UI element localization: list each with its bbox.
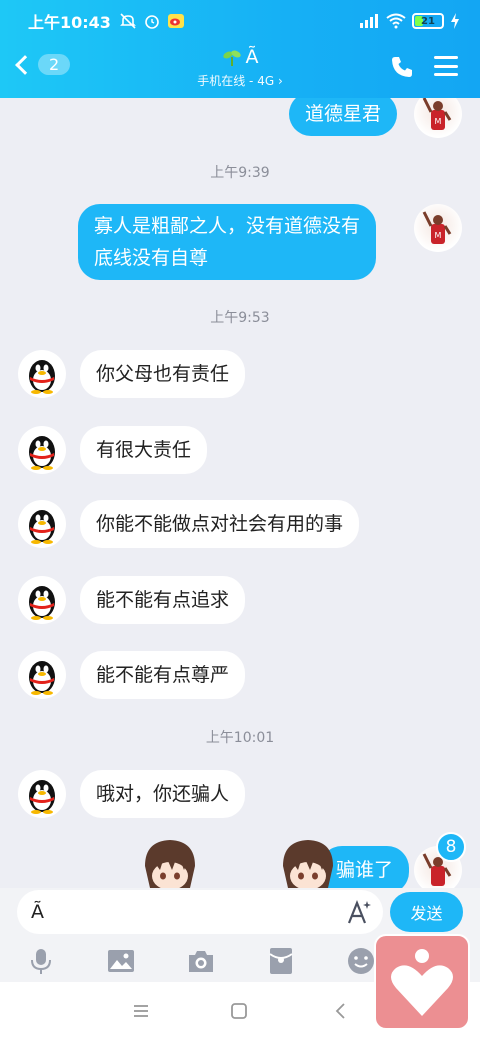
font-style-icon[interactable] [343, 897, 373, 927]
heart-icon [391, 949, 453, 1016]
wifi-icon [386, 13, 406, 29]
input-bar: Ã 发送 [0, 888, 480, 940]
status-right: 21 [358, 13, 460, 29]
battery-level: 21 [421, 15, 435, 27]
contact-avatar[interactable] [18, 350, 66, 398]
message-bubble-received[interactable]: 能不能有点尊严 [80, 651, 246, 699]
alarm-icon [145, 15, 159, 29]
signal-icon [360, 14, 378, 28]
peeking-character-sticker [283, 840, 333, 888]
message-input-value: Ã [31, 901, 44, 923]
timestamp: 上午9:53 [210, 310, 270, 326]
charging-icon [451, 13, 459, 29]
qq-penguin-icon [29, 510, 55, 544]
user-avatar[interactable]: M [414, 98, 462, 138]
contact-avatar[interactable] [18, 576, 66, 624]
status-icons [119, 12, 185, 30]
contact-avatar[interactable] [18, 426, 66, 474]
status-bar: 上午10:43 21 [0, 0, 480, 42]
message-bubble-sent[interactable]: 道德星君 [289, 98, 398, 136]
red-packet-icon[interactable] [266, 946, 296, 976]
qq-penguin-icon [29, 436, 55, 470]
floating-heart-widget[interactable] [374, 934, 470, 1030]
sprout-icon [222, 50, 241, 66]
message-bubble-received[interactable]: 你父母也有责任 [80, 350, 246, 398]
home-nav-icon[interactable] [230, 1002, 248, 1020]
camera-icon[interactable] [186, 946, 216, 976]
qq-penguin-icon [29, 360, 55, 394]
message-bubble-received[interactable]: 你能不能做点对社会有用的事 [80, 500, 360, 548]
menu-nav-icon[interactable] [132, 1002, 150, 1020]
contact-avatar[interactable] [18, 770, 66, 818]
weibo-icon [167, 14, 184, 28]
svg-text:M: M [435, 117, 442, 126]
contact-name: Ã [222, 46, 259, 68]
contact-avatar[interactable] [18, 651, 66, 699]
message-bubble-sent[interactable]: 寡人是粗鄙之人，没有道德没有 底线没有自尊 [78, 204, 377, 280]
contact-avatar[interactable] [18, 500, 66, 548]
send-button[interactable]: 发送 [390, 892, 463, 932]
back-nav-icon[interactable] [332, 1002, 350, 1020]
qq-penguin-icon [29, 780, 55, 814]
mute-icon [120, 13, 136, 29]
svg-text:M: M [435, 231, 442, 240]
qq-penguin-icon [29, 586, 55, 620]
user-avatar[interactable]: M [414, 204, 462, 252]
battery-icon: 21 [412, 13, 444, 29]
menu-icon[interactable] [434, 56, 458, 76]
message-input[interactable]: Ã [17, 890, 383, 934]
chat-header: 上午10:43 21 2 Ã 手机在线 - 4G › [0, 0, 480, 98]
contact-name-text: Ã [245, 46, 259, 68]
new-message-badge[interactable]: 8 [436, 832, 466, 862]
message-bubble-received[interactable]: 有很大责任 [80, 426, 208, 474]
message-bubble-received[interactable]: 能不能有点追求 [80, 576, 246, 624]
peeking-character-sticker [145, 840, 195, 888]
timestamp: 上午10:01 [205, 730, 275, 746]
phone-icon[interactable] [390, 55, 414, 79]
chat-area: 道德星君 M 上午9:39 寡人是粗鄙之人，没有道德没有 底线没有自尊 M 上午… [0, 98, 480, 888]
timestamp: 上午9:39 [210, 165, 270, 181]
image-icon[interactable] [106, 946, 136, 976]
qq-penguin-icon [29, 661, 55, 695]
microphone-icon[interactable] [26, 946, 56, 976]
emoji-icon[interactable] [346, 946, 376, 976]
message-bubble-received[interactable]: 哦对，你还骗人 [80, 770, 246, 818]
status-time: 上午10:43 [28, 13, 111, 32]
